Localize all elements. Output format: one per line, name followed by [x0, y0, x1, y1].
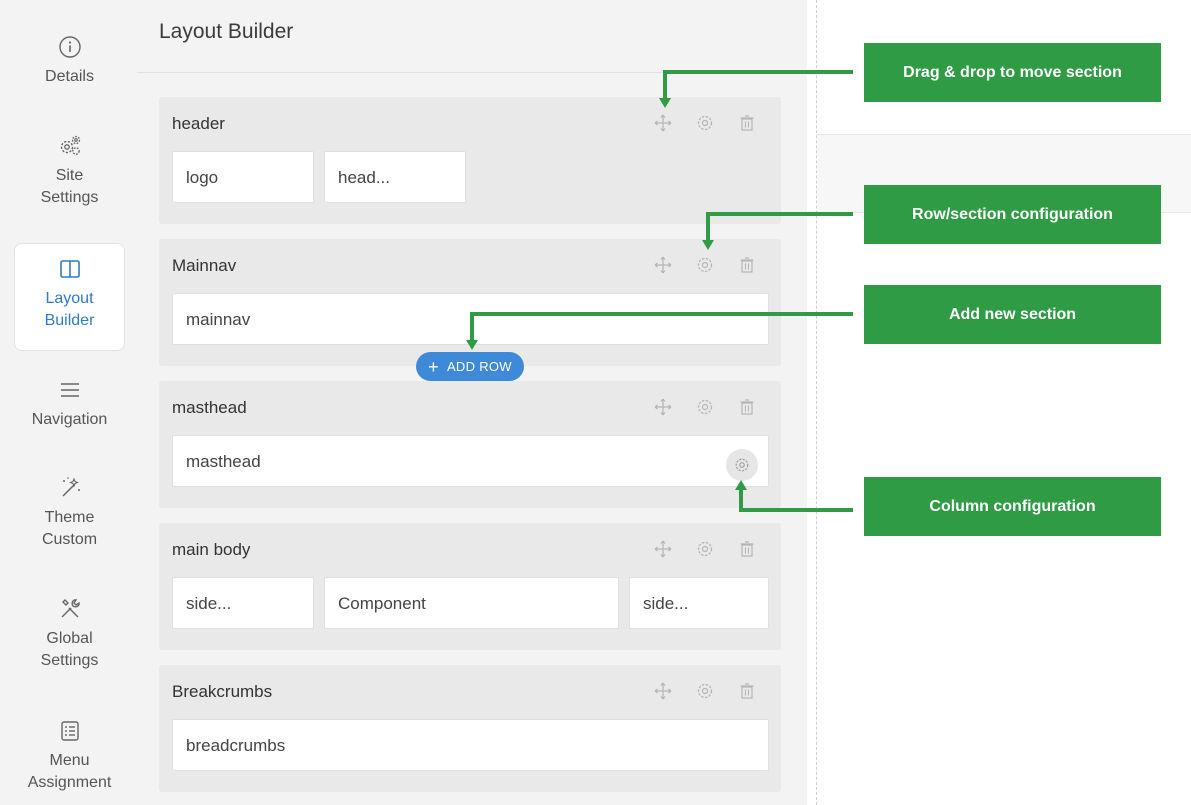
gear-icon[interactable]: [695, 397, 715, 417]
sidebar-item-layout-builder[interactable]: Layout Builder: [14, 243, 125, 351]
section-header[interactable]: header logo head...: [159, 97, 781, 224]
section-tools: [653, 397, 757, 417]
sidebar-item-label: Global Settings: [40, 630, 99, 669]
callout-row-configuration: Row/section configuration: [864, 185, 1161, 244]
trash-icon[interactable]: [737, 255, 757, 275]
sidebar-item-menu-assignment[interactable]: Menu Assignment: [14, 718, 125, 794]
move-icon[interactable]: [653, 113, 673, 133]
trash-icon[interactable]: [737, 397, 757, 417]
section-title: header: [172, 114, 225, 133]
section-title: Breakcrumbs: [172, 682, 273, 701]
sidebar-item-site-settings[interactable]: Site Settings: [14, 133, 125, 209]
section-title: Mainnav: [172, 256, 237, 275]
column-gear-icon[interactable]: [726, 449, 758, 481]
layout-icon: [57, 256, 83, 282]
trash-icon[interactable]: [737, 539, 757, 559]
gears-icon: [57, 133, 83, 159]
section-breadcrumbs[interactable]: Breakcrumbs breadcrumbs: [159, 665, 781, 792]
sidebar-item-global-settings[interactable]: Global Settings: [14, 596, 125, 672]
column-mainnav[interactable]: mainnav: [172, 293, 769, 345]
trash-icon[interactable]: [737, 113, 757, 133]
section-mainnav[interactable]: Mainnav mainnav: [159, 239, 781, 366]
sidebar-item-navigation[interactable]: Navigation: [14, 377, 125, 431]
callout-drag-drop: Drag & drop to move section: [864, 43, 1161, 102]
move-icon[interactable]: [653, 539, 673, 559]
move-icon[interactable]: [653, 255, 673, 275]
sidebar-item-label: Theme Custom: [41, 509, 98, 548]
info-icon: [57, 34, 83, 60]
column-label: masthead: [186, 452, 261, 471]
sidebar-item-label: Layout Builder: [44, 290, 95, 329]
sidebar-item-label: Menu Assignment: [27, 752, 112, 791]
panel-divider: [816, 0, 817, 805]
column-breadcrumbs[interactable]: breadcrumbs: [172, 719, 769, 771]
add-row-label: ADD ROW: [446, 359, 512, 374]
magic-wand-icon: [57, 475, 83, 501]
sidebar-item-theme-custom[interactable]: Theme Custom: [14, 475, 125, 551]
column-sidebar-left[interactable]: side...: [172, 577, 314, 629]
section-title: masthead: [172, 398, 247, 417]
add-row-button[interactable]: + ADD ROW: [416, 352, 524, 381]
section-masthead[interactable]: masthead masthead: [159, 381, 781, 508]
move-icon[interactable]: [653, 681, 673, 701]
section-main-body[interactable]: main body side... Component side...: [159, 523, 781, 650]
list-icon: [57, 718, 83, 744]
callout-column-configuration: Column configuration: [864, 477, 1161, 536]
tools-icon: [57, 596, 83, 622]
plus-icon: +: [428, 356, 439, 377]
gear-icon[interactable]: [695, 113, 715, 133]
page-title: Layout Builder: [159, 20, 294, 43]
section-tools: [653, 113, 757, 133]
column-component[interactable]: Component: [324, 577, 619, 629]
sidebar-item-details[interactable]: Details: [14, 34, 125, 88]
section-tools: [653, 681, 757, 701]
move-icon[interactable]: [653, 397, 673, 417]
sidebar: Details Site Settings Layout Builder Nav…: [0, 0, 137, 805]
sidebar-item-label: Navigation: [31, 411, 108, 428]
column-logo[interactable]: logo: [172, 151, 314, 203]
sidebar-item-label: Details: [45, 68, 94, 85]
gear-icon[interactable]: [695, 539, 715, 559]
section-tools: [653, 255, 757, 275]
panel-header: Layout Builder: [137, 0, 807, 73]
column-header[interactable]: head...: [324, 151, 466, 203]
section-title: main body: [172, 540, 251, 559]
gear-icon[interactable]: [695, 681, 715, 701]
trash-icon[interactable]: [737, 681, 757, 701]
sidebar-item-label: Site Settings: [40, 167, 99, 206]
layout-builder-panel: Layout Builder header logo head... Mainn…: [137, 0, 807, 805]
column-masthead[interactable]: masthead: [172, 435, 769, 487]
column-sidebar-right[interactable]: side...: [629, 577, 769, 629]
gear-icon[interactable]: [695, 255, 715, 275]
hamburger-icon: [57, 377, 83, 403]
callout-add-section: Add new section: [864, 285, 1161, 344]
section-tools: [653, 539, 757, 559]
